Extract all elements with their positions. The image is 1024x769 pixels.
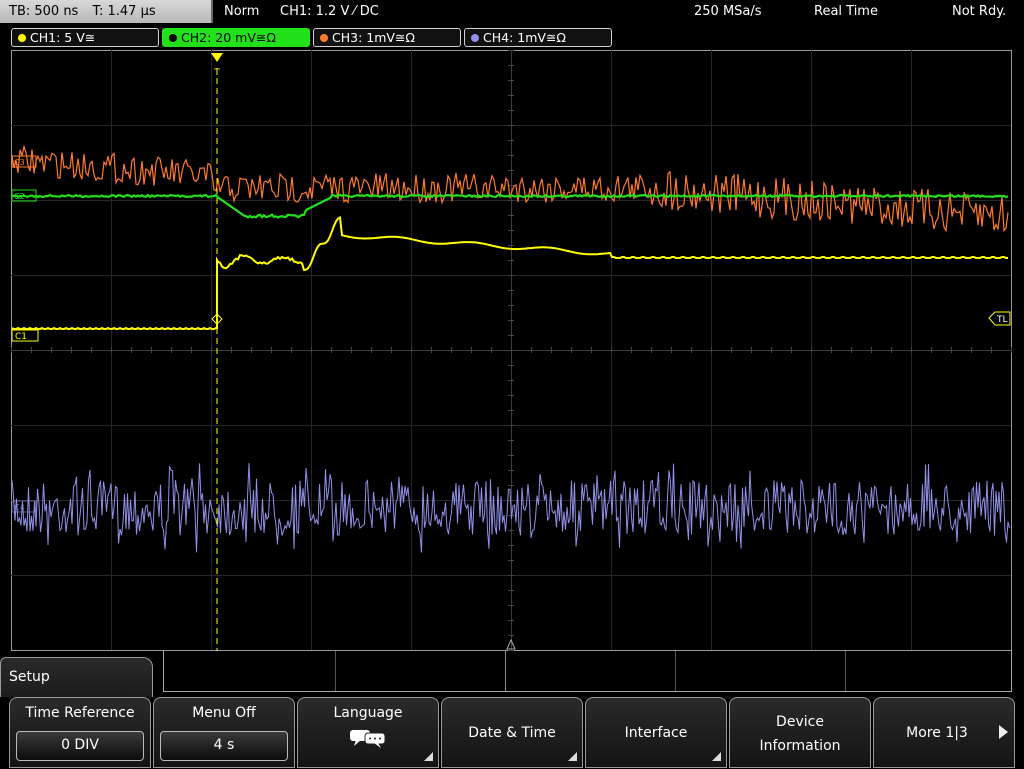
speech-bubbles-icon [350, 730, 386, 748]
sample-rate: 250 MSa/s [694, 4, 762, 19]
channel-tab-ch3[interactable]: CH3: 1mV≅Ω [313, 28, 461, 47]
softkey-more[interactable]: More 1|3 [873, 697, 1015, 768]
next-page-arrow-icon [999, 725, 1008, 739]
submenu-indicator-icon [424, 752, 433, 761]
svg-text:C1: C1 [15, 332, 27, 342]
timebase-text: TB: 500 ns [9, 4, 79, 19]
timebase-box[interactable]: TB: 500 ns T: 1.47 µs [0, 0, 213, 23]
menu-title-setup: Setup [0, 657, 153, 697]
trigger-time-text: T: 1.47 µs [92, 4, 156, 19]
waveform-display[interactable]: T C1 C3 C2 C4 TL [11, 50, 1012, 651]
trigger-setting[interactable]: CH1: 1.2 V ⁄ DC [280, 0, 379, 24]
softkey-label: Date & Time [468, 725, 556, 741]
trigger-mode[interactable]: Norm [224, 0, 259, 24]
svg-text:C3: C3 [14, 158, 25, 167]
softkey-label-line2: Information [759, 738, 841, 754]
svg-text:C2: C2 [14, 192, 25, 201]
time-reference-value: 0 DIV [16, 731, 144, 761]
softkey-menu-off[interactable]: Menu Off 4 s [153, 697, 295, 768]
softkey-label: Menu Off [192, 705, 256, 721]
channel-tab-ch4[interactable]: CH4: 1mV≅Ω [464, 28, 612, 47]
menu-off-value: 4 s [160, 731, 288, 761]
softkey-interface[interactable]: Interface [585, 697, 727, 768]
svg-text:TL: TL [996, 315, 1008, 325]
channel-tab-ch2[interactable]: CH2: 20 mV≅Ω [162, 28, 310, 47]
submenu-indicator-icon [568, 752, 577, 761]
softkey-date-time[interactable]: Date & Time [441, 697, 583, 768]
ch1-label: CH1: 5 V≅ [30, 30, 96, 45]
ch3-color-dot [320, 34, 328, 42]
submenu-indicator-icon [712, 752, 721, 761]
softkey-device-information[interactable]: Device Information [729, 697, 871, 768]
acquisition-mode: Real Time [814, 4, 878, 19]
channel-tab-ch1[interactable]: CH1: 5 V≅ [11, 28, 159, 47]
menu-title: Setup [9, 669, 50, 685]
acquisition-state: Not Rdy. [952, 4, 1007, 19]
ch4-label: CH4: 1mV≅Ω [483, 30, 566, 45]
ch1-color-dot [18, 34, 26, 42]
softkey-language[interactable]: Language [297, 697, 439, 768]
ch2-color-dot [169, 34, 177, 42]
strip-divider [845, 651, 846, 691]
softkey-label-line1: Device [776, 714, 824, 730]
lower-info-strip [163, 651, 1012, 692]
ch3-label: CH3: 1mV≅Ω [332, 30, 415, 45]
ch4-color-dot [471, 34, 479, 42]
ch2-label: CH2: 20 mV≅Ω [181, 30, 276, 45]
ch1-offset-marker: C1 [11, 329, 39, 342]
softkey-time-reference[interactable]: Time Reference 0 DIV [9, 697, 151, 768]
trigger-pos-label: T [213, 68, 220, 78]
softkey-label: Time Reference [25, 705, 135, 721]
softkey-label: Device Information [730, 698, 870, 758]
softkey-label: Interface [624, 725, 688, 741]
strip-divider [675, 651, 676, 691]
softkey-label: More 1|3 [906, 725, 968, 741]
strip-divider [335, 651, 336, 691]
strip-divider [505, 651, 506, 691]
svg-text:C4: C4 [14, 503, 25, 512]
softkey-label: Language [333, 705, 403, 721]
status-bar: TB: 500 ns T: 1.47 µs Norm CH1: 1.2 V ⁄ … [0, 0, 1024, 24]
